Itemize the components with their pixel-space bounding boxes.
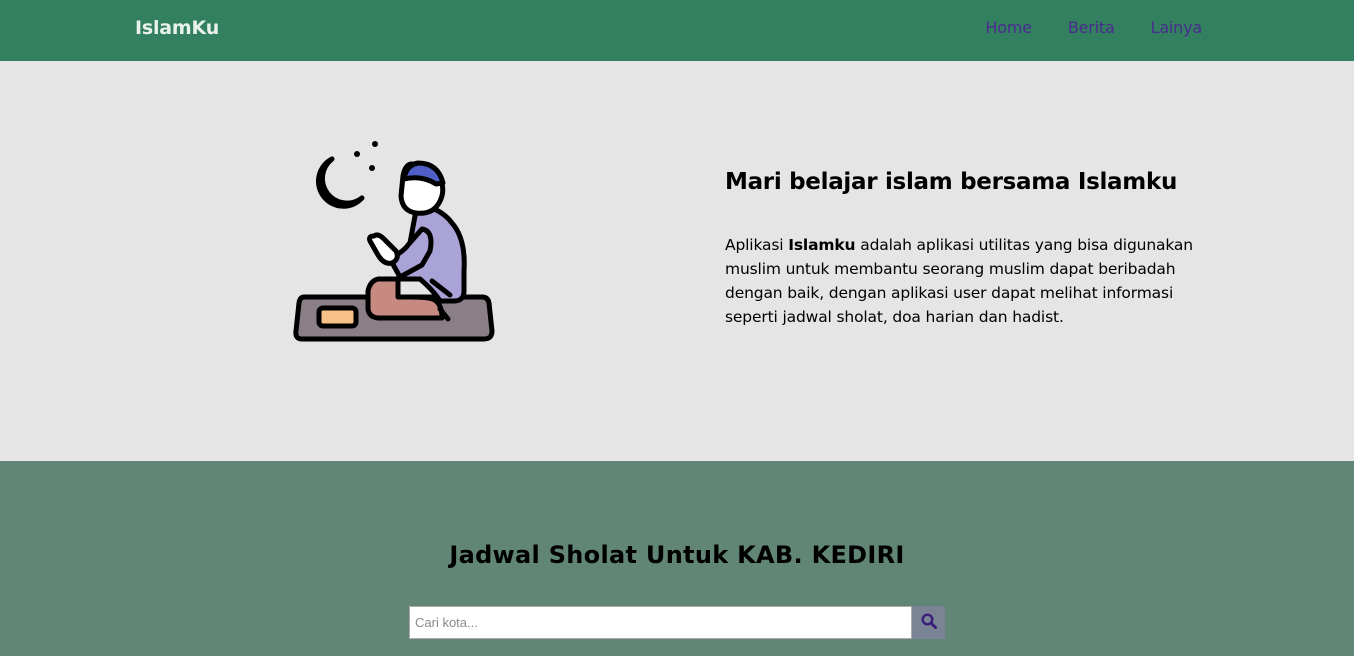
schedule-title: Jadwal Sholat Untuk KAB. KEDIRI (449, 541, 905, 569)
city-search-button[interactable] (912, 606, 945, 639)
nav-link-berita[interactable]: Berita (1068, 18, 1115, 37)
hero-section: Mari belajar islam bersama Islamku Aplik… (0, 61, 1354, 461)
nav-links: Home Berita Lainya (985, 18, 1202, 37)
nav-link-lainya[interactable]: Lainya (1151, 18, 1203, 37)
city-search-input[interactable] (409, 606, 912, 639)
navbar: IslamKu Home Berita Lainya (0, 0, 1354, 61)
praying-man-icon (292, 141, 497, 343)
hero-title: Mari belajar islam bersama Islamku (725, 169, 1178, 195)
brand-logo[interactable]: IslamKu (135, 17, 219, 39)
hero-desc-prefix: Aplikasi (725, 236, 789, 254)
hero-desc-brand: Islamku (788, 236, 856, 254)
city-search (409, 606, 945, 639)
hero-description: Aplikasi Islamku adalah aplikasi utilita… (725, 233, 1195, 329)
search-icon (920, 613, 937, 632)
nav-link-home[interactable]: Home (985, 18, 1032, 37)
prayer-schedule-section: Jadwal Sholat Untuk KAB. KEDIRI (0, 461, 1354, 656)
